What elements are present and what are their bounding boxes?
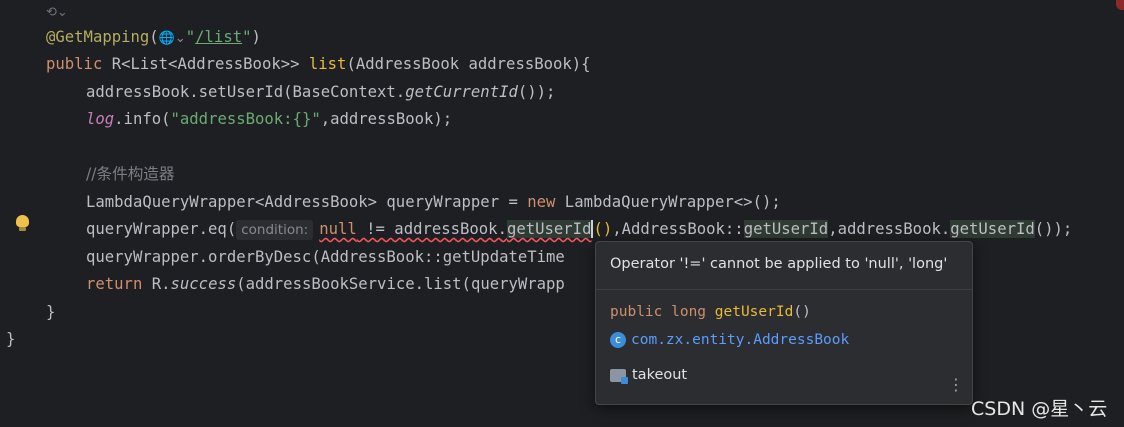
code-line-11[interactable]: } xyxy=(0,326,38,353)
code-line-comment[interactable]: //条件构造器 xyxy=(0,161,174,188)
code-line-9[interactable]: return R.success(addressBookService.list… xyxy=(0,271,565,298)
method-signature: public long getUserId() xyxy=(610,304,811,320)
code-line-3[interactable]: addressBook.setUserId(BaseContext.getCur… xyxy=(0,79,555,106)
annotation: @GetMapping xyxy=(46,28,150,46)
class-icon: c xyxy=(610,332,626,348)
error-message: Operator '!=' cannot be applied to 'null… xyxy=(610,256,948,272)
gutter-fold-icon[interactable]: ⟲⌄ xyxy=(46,5,68,20)
code-line-10[interactable]: } xyxy=(0,299,55,326)
class-link[interactable]: c com.zx.entity.AddressBook xyxy=(610,330,849,350)
mapping-path[interactable]: /list xyxy=(195,28,242,46)
parameter-hint: condition: xyxy=(236,220,314,240)
divider xyxy=(596,289,972,290)
error-stripe-marker[interactable] xyxy=(1116,0,1124,10)
code-line-8[interactable]: queryWrapper.orderByDesc(AddressBook::ge… xyxy=(0,244,565,271)
method-name: list xyxy=(308,55,347,73)
error-expression[interactable]: null != addressBook.getUserId xyxy=(319,220,592,238)
error-tooltip-popup[interactable]: Operator '!=' cannot be applied to 'null… xyxy=(595,241,973,405)
code-line-1[interactable]: @GetMapping(🌐⌄"/list") xyxy=(0,24,261,51)
code-line-7[interactable]: queryWrapper.eq(condition: null != addres… xyxy=(0,216,1072,243)
watermark: CSDN @星丶云 xyxy=(971,398,1108,420)
module-folder-icon xyxy=(610,368,628,384)
code-line-4[interactable]: log.info("addressBook:{}",addressBook); xyxy=(0,106,452,133)
web-endpoint-icon[interactable]: 🌐⌄ xyxy=(159,31,186,46)
more-options-icon[interactable]: ⋮ xyxy=(948,376,964,394)
code-line-2[interactable]: public R<List<AddressBook>> list(Address… xyxy=(0,51,591,78)
code-line-6[interactable]: LambdaQueryWrapper<AddressBook> queryWra… xyxy=(0,189,781,216)
module-item: takeout xyxy=(610,365,687,385)
